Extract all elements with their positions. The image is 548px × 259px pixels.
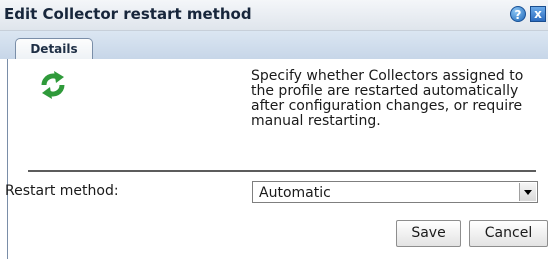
close-icon[interactable]: x (530, 6, 546, 22)
dialog-title: Edit Collector restart method (4, 5, 252, 23)
restart-method-label: Restart method: (5, 183, 119, 199)
edit-collector-restart-dialog: Edit Collector restart method ? x Detail… (0, 0, 548, 259)
tab-strip: Details (0, 31, 548, 59)
cancel-button[interactable]: Cancel (469, 220, 548, 247)
restart-method-description: Specify whether Collectors assigned to t… (251, 68, 524, 129)
restart-method-value: Automatic (259, 185, 331, 201)
chevron-down-icon[interactable] (519, 183, 536, 201)
save-button[interactable]: Save (396, 220, 461, 247)
refresh-icon (41, 71, 65, 99)
tab-details[interactable]: Details (15, 38, 93, 59)
help-icon[interactable]: ? (510, 6, 526, 22)
restart-method-select[interactable]: Automatic (252, 181, 538, 203)
dialog-titlebar: Edit Collector restart method ? x (0, 0, 548, 31)
section-divider (28, 170, 536, 172)
